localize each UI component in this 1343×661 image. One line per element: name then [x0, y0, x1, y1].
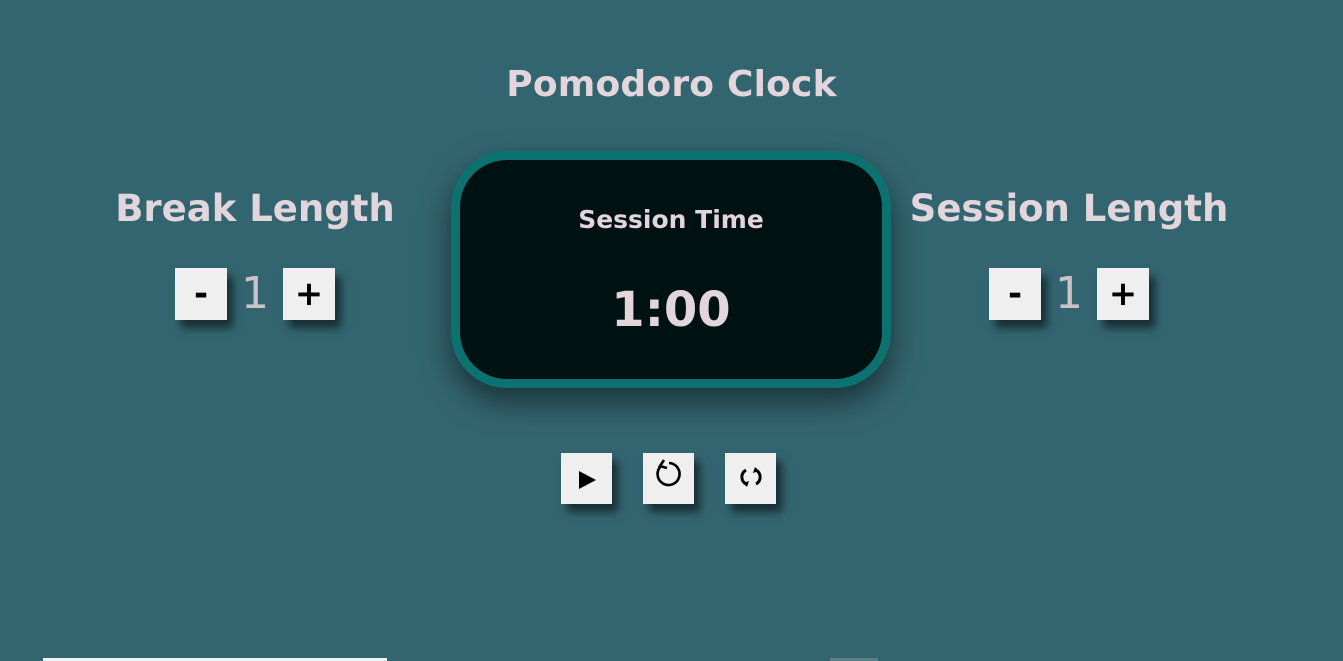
break-length-controls: - 1 +	[95, 268, 415, 320]
session-length-controls: - 1 +	[909, 268, 1229, 320]
session-decrement-button[interactable]: -	[989, 268, 1041, 320]
break-increment-button[interactable]: +	[283, 268, 335, 320]
page-title: Pomodoro Clock	[506, 64, 837, 105]
restart-icon	[652, 457, 686, 500]
break-decrement-button[interactable]: -	[175, 268, 227, 320]
session-length-label: Session Length	[909, 187, 1229, 230]
restart-button[interactable]	[643, 453, 694, 504]
timer-display: Session Time 1:00	[451, 151, 891, 388]
break-length-value: 1	[241, 268, 269, 319]
session-length-panel: Session Length - 1 +	[909, 186, 1229, 320]
timer-label: Session Time	[578, 205, 764, 234]
start-stop-button[interactable]	[561, 453, 612, 504]
break-length-label: Break Length	[115, 187, 395, 230]
playback-controls	[561, 453, 776, 504]
play-icon	[577, 459, 597, 499]
session-length-value: 1	[1055, 268, 1083, 319]
break-length-panel: Break Length - 1 +	[95, 186, 415, 320]
reset-icon	[738, 459, 764, 499]
pomodoro-page: Pomodoro Clock Break Length - 1 + Sessio…	[0, 0, 1343, 661]
reset-button[interactable]	[725, 453, 776, 504]
time-left: 1:00	[611, 282, 731, 338]
session-increment-button[interactable]: +	[1097, 268, 1149, 320]
